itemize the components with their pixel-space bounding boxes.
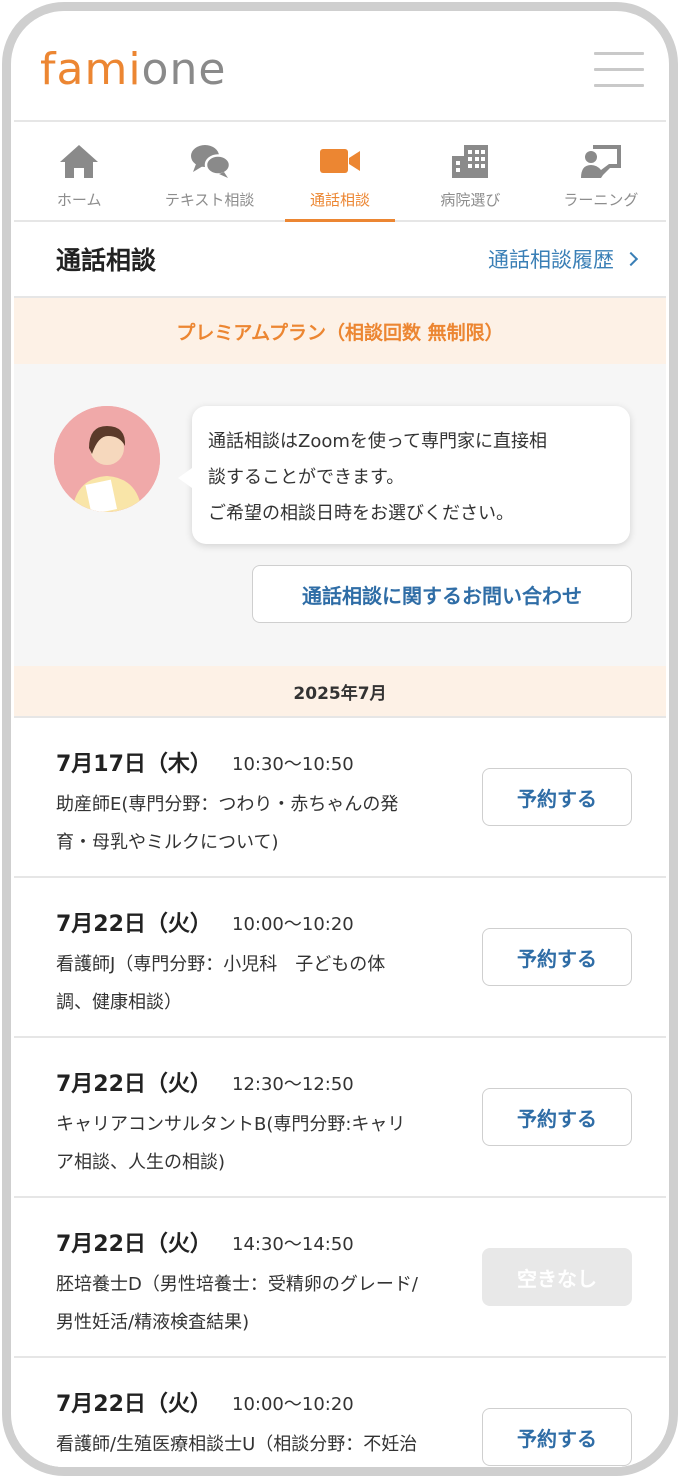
chevron-right-icon — [623, 251, 639, 267]
nav-item-learning[interactable]: ラーニング — [536, 122, 666, 220]
slot-time: 10:00〜10:20 — [232, 914, 354, 935]
nav-item-label: 通話相談 — [310, 191, 371, 209]
call-history-link[interactable]: 通話相談履歴 — [488, 244, 639, 274]
famione-logo[interactable]: famione — [40, 48, 226, 92]
nav-item-label: ラーニング — [563, 191, 639, 209]
slot-time: 12:30〜12:50 — [232, 1074, 354, 1095]
contact-inquiry-button[interactable]: 通話相談に関するお問い合わせ — [252, 565, 632, 623]
slot-desc-line: 男性妊活/精液検査結果) — [56, 1312, 250, 1333]
intro-line: ご希望の相談日時をお選びください。 — [208, 503, 514, 524]
call-history-label: 通話相談履歴 — [488, 248, 614, 272]
app-screen: famione ホーム テキスト相談 通話相談 病院選び ラーニング 通話相談 … — [14, 14, 666, 1467]
intro-line: 通話相談はZoomを使って専門家に直接相 — [208, 431, 547, 452]
main-nav: ホーム テキスト相談 通話相談 病院選び ラーニング — [14, 122, 666, 222]
slot-description: 看護師/生殖医療相談士U（相談分野：不妊治 — [56, 1426, 476, 1464]
video-camera-icon — [320, 149, 361, 173]
intro-speech-bubble: 通話相談はZoomを使って専門家に直接相 談することができます。 ご希望の相談日… — [178, 406, 630, 544]
slot-row: 7月22日（火） 14:30〜14:50 胚培養士D（男性培養士：受精卵のグレー… — [14, 1196, 666, 1356]
fully-booked-button: 空きなし — [482, 1248, 632, 1306]
slot-row: 7月22日（火） 10:00〜10:20 看護師J（専門分野：小児科 子どもの体… — [14, 876, 666, 1036]
reserve-button[interactable]: 予約する — [482, 1088, 632, 1146]
slot-description: キャリアコンサルタントB(専門分野:キャリ ア相談、人生の相談) — [56, 1106, 476, 1182]
logo-text-fami: fami — [40, 44, 142, 95]
slot-description: 看護師J（専門分野：小児科 子どもの体 調、健康相談） — [56, 946, 476, 1022]
slot-row: 7月17日（木） 10:30〜10:50 助産師E(専門分野：つわり・赤ちゃんの… — [14, 716, 666, 876]
slot-date: 7月17日（木） — [56, 752, 212, 777]
presentation-icon — [580, 145, 621, 178]
building-icon — [452, 145, 489, 178]
slot-desc-line: 胚培養士D（男性培養士：受精卵のグレード/ — [56, 1274, 418, 1295]
hamburger-menu-icon[interactable] — [594, 52, 644, 90]
slot-date: 7月22日（火） — [56, 1392, 212, 1417]
slot-desc-line: 育・母乳やミルクについて) — [56, 832, 279, 853]
nav-item-call-consult[interactable]: 通話相談 — [275, 122, 405, 222]
reserve-button[interactable]: 予約する — [482, 768, 632, 826]
reserve-button[interactable]: 予約する — [482, 1408, 632, 1466]
nav-item-hospital[interactable]: 病院選び — [405, 122, 535, 220]
slot-row: 7月22日（火） 12:30〜12:50 キャリアコンサルタントB(専門分野:キ… — [14, 1036, 666, 1196]
app-header: famione — [14, 14, 666, 122]
plan-banner-text: プレミアムプラン（相談回数 無制限） — [176, 321, 504, 344]
slot-time: 10:00〜10:20 — [232, 1394, 354, 1415]
slot-row: 7月22日（火） 10:00〜10:20 看護師/生殖医療相談士U（相談分野：不… — [14, 1356, 666, 1467]
slot-date: 7月22日（火） — [56, 912, 212, 937]
month-header: 2025年7月 — [14, 666, 666, 716]
home-icon — [60, 145, 99, 178]
page-title-bar: 通話相談 通話相談履歴 — [14, 222, 666, 298]
intro-section: 通話相談はZoomを使って専門家に直接相 談することができます。 ご希望の相談日… — [14, 364, 666, 666]
slot-description: 助産師E(専門分野：つわり・赤ちゃんの発 育・母乳やミルクについて) — [56, 786, 476, 862]
nav-item-label: ホーム — [56, 191, 102, 209]
slot-date: 7月22日（火） — [56, 1232, 212, 1257]
logo-text-one: one — [141, 44, 227, 95]
slot-desc-line: 看護師J（専門分野：小児科 子どもの体 — [56, 954, 386, 975]
plan-banner: プレミアムプラン（相談回数 無制限） — [14, 298, 666, 364]
slot-desc-line: 助産師E(専門分野：つわり・赤ちゃんの発 — [56, 794, 399, 815]
phone-frame: famione ホーム テキスト相談 通話相談 病院選び ラーニング 通話相談 … — [2, 2, 678, 1476]
slot-desc-line: ア相談、人生の相談) — [56, 1152, 226, 1173]
slot-desc-line: 看護師/生殖医療相談士U（相談分野：不妊治 — [56, 1434, 418, 1455]
chat-bubbles-icon — [190, 145, 231, 178]
slot-desc-line: キャリアコンサルタントB(専門分野:キャリ — [56, 1114, 406, 1135]
advisor-avatar — [54, 406, 160, 512]
page-title: 通話相談 — [56, 246, 157, 275]
nav-item-home[interactable]: ホーム — [14, 122, 144, 220]
slot-time: 10:30〜10:50 — [232, 754, 354, 775]
nav-item-text-consult[interactable]: テキスト相談 — [144, 122, 274, 220]
slot-time: 14:30〜14:50 — [232, 1234, 354, 1255]
slot-desc-line: 調、健康相談） — [56, 992, 182, 1013]
nav-item-label: 病院選び — [440, 191, 501, 209]
intro-line: 談することができます。 — [208, 467, 405, 488]
slot-date: 7月22日（火） — [56, 1072, 212, 1097]
reserve-button[interactable]: 予約する — [482, 928, 632, 986]
slot-description: 胚培養士D（男性培養士：受精卵のグレード/男性妊活/精液検査結果) — [56, 1266, 476, 1342]
nav-item-label: テキスト相談 — [164, 191, 255, 209]
